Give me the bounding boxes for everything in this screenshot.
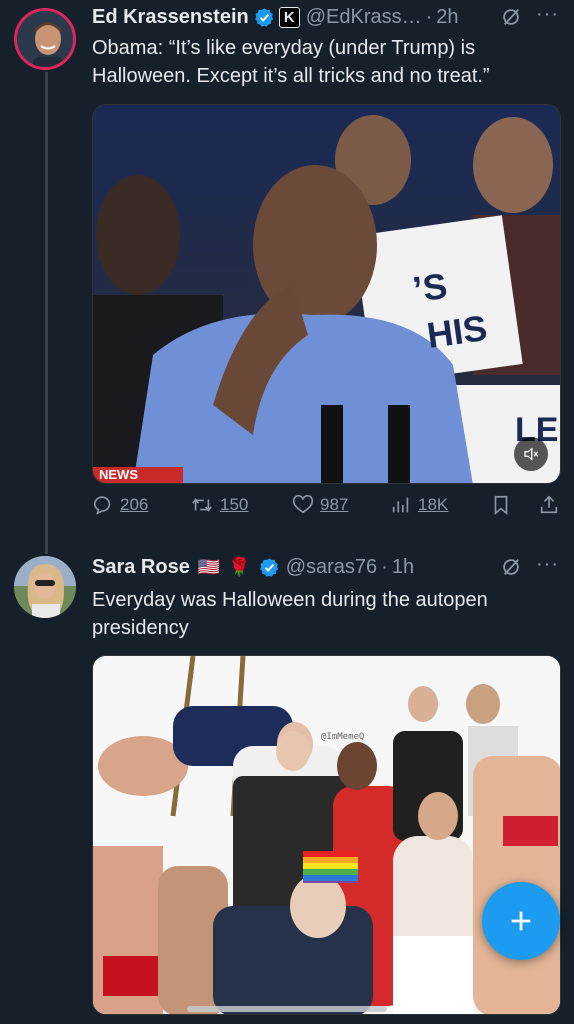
grok-icon[interactable] (500, 556, 522, 578)
avatar[interactable] (14, 556, 76, 618)
mute-button[interactable] (514, 437, 548, 471)
views-button[interactable]: 18K (390, 494, 448, 516)
view-count[interactable]: 18K (418, 495, 448, 515)
like-button[interactable]: 987 (292, 494, 348, 516)
tweet-header: Ed Krassenstein K @EdKrass… · 2h (92, 2, 459, 32)
verified-badge-icon (259, 557, 278, 577)
more-icon[interactable]: ··· (536, 554, 559, 574)
home-indicator[interactable] (187, 1006, 387, 1012)
tweet-video[interactable]: ’S HIS LE NEWS (92, 104, 561, 484)
thread-line (45, 72, 48, 554)
retweet-button[interactable]: 150 (190, 494, 248, 516)
sign-text-2: HIS (424, 307, 490, 356)
share-icon (540, 495, 558, 514)
reply-icon (93, 496, 111, 515)
image-watermark: @ImMemeQ (321, 732, 365, 742)
tweet-header: Sara Rose 🇺🇸 🌹 @saras76 · 1h (92, 552, 414, 582)
bookmark-button[interactable] (490, 494, 512, 516)
separator-dot: · (425, 5, 433, 28)
us-flag-emoji: 🇺🇸 (197, 556, 221, 577)
separator-dot: · (381, 555, 388, 578)
avatar-face (14, 556, 76, 618)
reply-button[interactable]: 206 (92, 494, 148, 516)
grok-icon[interactable] (500, 6, 522, 28)
handle[interactable]: @saras76 (286, 556, 377, 579)
retweet-icon (192, 498, 212, 512)
display-name[interactable]: Sara Rose (92, 556, 190, 579)
news-banner: NEWS (99, 467, 138, 482)
sign-text-1: ’S (410, 264, 450, 311)
views-icon (392, 497, 409, 513)
tweet-text: Obama: “It’s like everyday (under Trump)… (92, 37, 490, 87)
video-frame (93, 105, 560, 483)
compose-plus-icon (511, 911, 531, 931)
compose-button[interactable] (482, 882, 560, 960)
handle[interactable]: @EdKrass… (306, 6, 422, 29)
timestamp[interactable]: 2h (436, 6, 458, 29)
more-icon[interactable]: ··· (536, 4, 559, 24)
like-count[interactable]: 987 (320, 495, 348, 515)
timestamp[interactable]: 1h (392, 556, 414, 579)
display-name[interactable]: Ed Krassenstein (92, 6, 249, 29)
meme-collage (93, 656, 560, 1014)
verified-badge-icon (254, 7, 273, 27)
affiliate-badge-icon: K (278, 6, 300, 28)
reply-count[interactable]: 206 (120, 495, 148, 515)
tweet-actions: 206 150 987 18K (92, 494, 562, 522)
share-button[interactable] (538, 494, 560, 516)
bookmark-icon (494, 495, 508, 516)
mute-icon (524, 447, 539, 461)
tweet-text: Everyday was Halloween during the autope… (92, 589, 488, 639)
avatar[interactable] (14, 8, 76, 70)
rose-emoji: 🌹 (228, 556, 251, 577)
retweet-count[interactable]: 150 (220, 495, 248, 515)
tweet-image[interactable]: @ImMemeQ (92, 655, 561, 1015)
like-icon (292, 494, 314, 514)
